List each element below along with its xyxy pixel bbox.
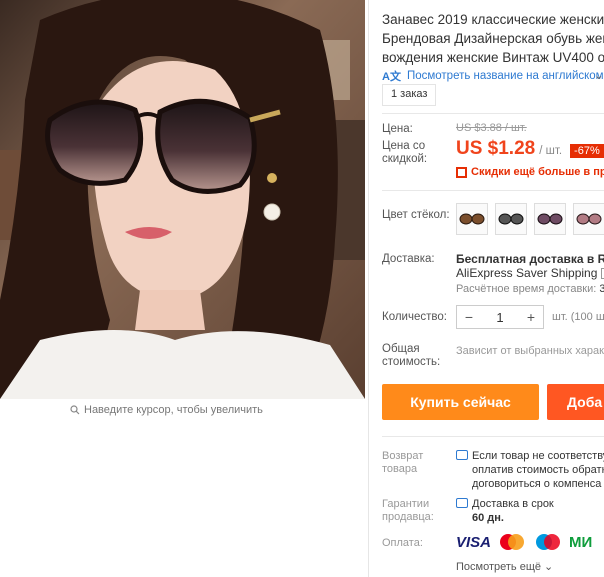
- translate-icon: A文: [382, 71, 401, 83]
- app-discount-text[interactable]: Скидки ещё больше в при: [471, 166, 604, 178]
- mir-logo: МИ: [569, 533, 593, 551]
- shipping-estimate: Расчётное время доставки: 3: [456, 283, 604, 295]
- price-amount: US $1.28: [456, 138, 536, 159]
- shipping-estimate-value: 3: [599, 283, 604, 295]
- orders-count: 1 заказ: [382, 84, 437, 106]
- sunglasses-icon: [498, 213, 524, 225]
- title-line-2: Брендовая Дизайнерская обувь жен: [382, 31, 604, 46]
- quantity-unit: шт. (100 ш: [552, 311, 604, 323]
- total-value: Зависит от выбранных харак: [456, 345, 604, 357]
- column-divider: [368, 0, 369, 577]
- divider: [382, 190, 604, 191]
- quantity-decrease-button[interactable]: −: [457, 309, 481, 325]
- sunglasses-icon: [459, 213, 485, 225]
- lens-color-options: [456, 203, 604, 235]
- current-price: US $1.28 / шт. -67%: [456, 138, 604, 160]
- shipping-method-select[interactable]: AliExpress Saver Shipping ▾: [456, 266, 604, 280]
- divider: [382, 113, 604, 114]
- buy-now-button[interactable]: Купить сейчас: [382, 384, 539, 420]
- returns-label-1: Возврат: [382, 450, 424, 462]
- sunglasses-icon: [537, 213, 563, 225]
- lens-color-label: Цвет стёкол:: [382, 209, 450, 221]
- color-swatch-pink[interactable]: [573, 203, 604, 235]
- product-title: Занавес 2019 классические женские Брендо…: [382, 10, 604, 67]
- visa-logo: VISA: [456, 533, 492, 551]
- zoom-hint: Наведите курсор, чтобы увеличить: [70, 404, 263, 416]
- discount-badge: -67%: [570, 144, 604, 158]
- color-swatch-grey[interactable]: [495, 203, 527, 235]
- chevron-down-icon[interactable]: ⌄: [594, 68, 604, 82]
- discount-price-label-1: Цена со: [382, 140, 426, 152]
- zoom-hint-text: Наведите курсор, чтобы увеличить: [84, 404, 263, 416]
- product-details: Занавес 2019 классические женские Брендо…: [382, 0, 604, 577]
- guarantee-label-2: продавца:: [382, 511, 434, 523]
- shipping-method-text[interactable]: AliExpress Saver Shipping: [456, 266, 597, 280]
- translate-link-text[interactable]: Посмотреть название на английском: [407, 70, 604, 82]
- shipping-line-1: Бесплатная доставка в Russ: [456, 252, 604, 266]
- title-line-3: вождения женские Винтаж UV400 о: [382, 50, 604, 65]
- maestro-logo: [536, 534, 561, 550]
- quantity-label: Количество:: [382, 311, 447, 323]
- magnifier-icon: [70, 405, 80, 415]
- guarantee-label-1: Гарантии: [382, 498, 430, 510]
- returns-label-2: товара: [382, 463, 418, 475]
- sunglasses-icon: [576, 213, 602, 225]
- mastercard-logo: [500, 534, 525, 550]
- payment-methods: VISA МИ: [456, 533, 592, 551]
- guarantee-info: Доставка в срок 60 дн.: [456, 497, 554, 525]
- chevron-down-icon[interactable]: ⌄: [544, 561, 553, 573]
- quantity-input[interactable]: 1: [481, 310, 519, 325]
- divider: [382, 436, 604, 437]
- returns-line-1: Если товар не соответству: [472, 450, 604, 462]
- color-swatch-purple[interactable]: [534, 203, 566, 235]
- app-discount-link[interactable]: Скидки ещё больше в при: [456, 166, 604, 178]
- guarantee-line-1: Доставка в срок: [472, 498, 554, 510]
- quantity-increase-button[interactable]: +: [519, 309, 543, 325]
- add-to-cart-button[interactable]: Доба: [547, 384, 604, 420]
- see-more-text[interactable]: Посмотреть ещё: [456, 561, 541, 573]
- title-line-1: Занавес 2019 классические женские: [382, 12, 604, 27]
- returns-line-2: оплатив стоимость обратн: [472, 464, 604, 476]
- discount-price-label-2: скидкой:: [382, 153, 428, 165]
- quantity-stepper: − 1 +: [456, 305, 544, 329]
- see-more-payments-link[interactable]: Посмотреть ещё ⌄: [456, 560, 553, 573]
- return-icon: [456, 450, 468, 460]
- color-swatch-brown[interactable]: [456, 203, 488, 235]
- translate-title-link[interactable]: A文 Посмотреть название на английском: [382, 68, 604, 84]
- guarantee-line-2: 60 дн.: [472, 512, 504, 524]
- returns-info: Если товар не соответству оплатив стоимо…: [456, 449, 604, 491]
- qr-icon: [456, 166, 467, 178]
- old-price: US $3.88 / шт.: [456, 122, 527, 134]
- shipping-label: Доставка:: [382, 253, 435, 265]
- payment-label: Оплата:: [382, 537, 423, 549]
- price-label: Цена:: [382, 123, 413, 135]
- returns-line-3: договориться о компенса: [472, 478, 602, 490]
- shipping-estimate-label: Расчётное время доставки:: [456, 283, 597, 295]
- total-label-1: Общая: [382, 343, 420, 355]
- total-label-2: стоимость:: [382, 356, 441, 368]
- product-photo-illustration: [0, 0, 365, 399]
- product-image[interactable]: [0, 0, 365, 399]
- price-unit: / шт.: [539, 145, 563, 157]
- truck-icon: [456, 498, 468, 508]
